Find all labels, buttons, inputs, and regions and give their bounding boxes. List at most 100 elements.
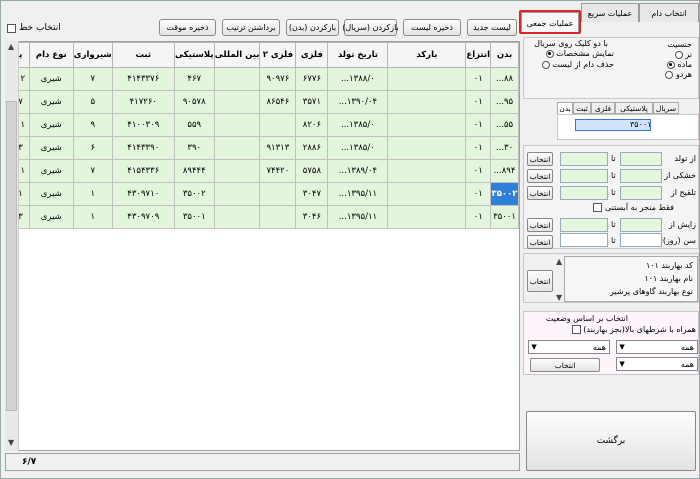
table-cell[interactable]: ۱۳۹۵/۱۱... [327,205,389,229]
table-cell[interactable] [213,182,261,206]
id-tab-reg[interactable]: ثبت [573,102,591,114]
table-cell[interactable]: ۵۷۵۸ [295,159,329,183]
calving-pick-button[interactable]: انتخاب [527,218,553,232]
table-cell[interactable]: ۹۵... [490,90,519,114]
column-header[interactable]: ثبت [111,42,175,68]
age-pick-button[interactable]: انتخاب [527,235,553,249]
status-checkbox[interactable] [571,325,581,334]
age-to-input[interactable] [560,233,608,247]
birth-from-input[interactable] [620,152,662,166]
table-cell[interactable]: ۸۸... [490,67,519,91]
table-row[interactable]: ۸۸... ۰۱ ۱۳۸۸/۰... ۶۷۷۶ ۹۰۹۷۶ ۴۶۷ ۴۱۴۳۳۷۶ ۷ شیری… [6,67,519,91]
table-cell[interactable]: ۳۵۰۰۲ [173,182,215,206]
table-cell[interactable] [387,159,467,183]
select-line-option[interactable]: انتخاب خط [7,23,61,33]
table-cell[interactable]: ۲۸۸۶ [295,136,329,160]
column-header[interactable]: پلاستیکی [173,42,215,68]
table-cell[interactable]: ۹۰۹۷۶ [259,67,297,91]
pregnant-only-checkbox[interactable] [593,203,603,212]
table-cell[interactable]: ۵۵۹ [173,113,215,137]
pregnant-only-option[interactable]: فقط منجر به آبستنی [593,203,674,212]
table-row[interactable]: ۹۵... ۰۱ ۱۳۹۰/۰۴... ۳۵۷۱ ۸۶۵۴۶ ۹۰۵۷۸ ۴۱۷۲۶۰ ۵ شی… [6,90,519,114]
id-tab-body[interactable]: بدن [557,102,573,114]
list-up-icon[interactable]: ▲ [556,257,562,266]
column-header[interactable]: فلزی [295,42,329,68]
column-header[interactable]: بین المللی [213,42,261,68]
calving-from-input[interactable] [620,218,662,232]
table-cell[interactable] [213,67,261,91]
table-cell[interactable] [259,182,297,206]
table-cell[interactable] [213,159,261,183]
table-cell[interactable]: ۶۷۷۶ [295,67,329,91]
table-cell[interactable]: ۷ [72,159,113,183]
table-cell[interactable]: ۳۵۰۰۱ [173,205,215,229]
table-cell[interactable] [387,182,467,206]
table-cell[interactable]: ۷۴۴۲۰ [259,159,297,183]
table-cell[interactable] [213,113,261,137]
insem-to-input[interactable] [560,186,608,200]
table-cell[interactable]: ۸۹۴... [490,159,519,183]
breeder-pick-button[interactable]: انتخاب [527,270,553,292]
dry-pick-button[interactable]: انتخاب [527,169,553,183]
column-header[interactable]: انتزاع [465,42,491,68]
scroll-up-icon[interactable]: ▲ [8,42,14,51]
table-cell[interactable]: ۱۳۸۵/۰... [327,113,389,137]
table-cell[interactable] [387,90,467,114]
birth-to-input[interactable] [560,152,608,166]
table-cell[interactable]: ۳۵۰۰۱ [490,205,519,229]
gender-both[interactable]: هردو [665,70,692,79]
table-cell[interactable]: ۴۱۰۰۳۰۹ [111,113,175,137]
table-cell[interactable]: ۸۹۴۴۴ [173,159,215,183]
table-cell[interactable]: ۳۹۰ [173,136,215,160]
table-cell[interactable]: ۴۳۰۹۷۰۹ [111,205,175,229]
table-cell[interactable]: شیری [28,205,74,229]
table-cell[interactable]: ۴۱۴۳۳۹۰ [111,136,175,160]
insem-pick-button[interactable]: انتخاب [527,186,553,200]
column-header[interactable]: شیرواری [72,42,113,68]
status-select-1[interactable]: همه ▼ [616,340,698,354]
table-cell[interactable] [259,205,297,229]
column-header[interactable]: فلزی ۲ [259,42,297,68]
select-line-checkbox[interactable] [7,23,16,33]
vertical-scrollbar[interactable]: ▲ ▼ [5,41,19,451]
birth-pick-button[interactable]: انتخاب [527,152,553,166]
table-cell[interactable]: ۴۱۴۳۳۷۶ [111,67,175,91]
gender-male[interactable]: نر [674,50,692,59]
table-cell[interactable]: ۳۵۷۱ [295,90,329,114]
table-row[interactable]: ۳۰... ۰۱ ۱۳۸۵/۰... ۲۸۸۶ ۹۱۳۱۳ ۳۹۰ ۴۱۴۳۳۹۰ ۶ شیری… [6,136,519,160]
table-cell[interactable]: شیری [28,182,74,206]
table-cell[interactable]: ۰۱ [465,159,491,183]
table-cell[interactable] [213,205,261,229]
table-cell[interactable]: ۴۶۷ [173,67,215,91]
breeder-listbox[interactable]: کد بهاربند ۱۰۱ نام بهاربند ۱۰۱ نوع بهارب… [564,256,698,302]
table-cell[interactable]: ۱۳۸۸/۰... [327,67,389,91]
table-cell[interactable]: ۳۰۴۶ [295,205,329,229]
back-button[interactable]: برگشت [526,411,696,471]
table-cell[interactable]: ۱ [72,205,113,229]
id-tab-serial[interactable]: سریال [653,102,679,114]
radio-show-info[interactable] [545,49,554,58]
table-cell[interactable]: ۱۳۸۹/۰۴... [327,159,389,183]
table-cell[interactable]: ۱۳۹۵/۱۱... [327,182,389,206]
id-tab-metal[interactable]: فلزی [591,102,615,114]
table-cell[interactable]: ۳۰... [490,136,519,160]
table-cell[interactable]: ۳۵۰۰۲ [490,182,519,206]
table-cell[interactable] [387,205,467,229]
table-cell[interactable]: ۱۳۸۵/۰... [327,136,389,160]
tab-quick-ops[interactable]: عملیات سریع [581,3,639,22]
table-cell[interactable]: ۷ [72,67,113,91]
save-list-button[interactable]: ذخیره لیست [403,19,461,36]
table-cell[interactable]: ۱۳۹۰/۰۴... [327,90,389,114]
table-cell[interactable] [259,113,297,137]
table-cell[interactable] [387,113,467,137]
open-body-button[interactable]: بازکردن (بدن) [286,19,339,36]
list-down-icon[interactable]: ▼ [556,293,562,302]
dblclick-show-info[interactable]: نمایش مشخصات [545,49,614,58]
table-cell[interactable]: ۴۱۵۴۳۳۶ [111,159,175,183]
open-serial-button[interactable]: بازکردن (سریال) [342,19,399,36]
table-cell[interactable]: ۹۱۳۱۳ [259,136,297,160]
table-cell[interactable]: ۰۱ [465,90,491,114]
table-cell[interactable]: ۰۱ [465,205,491,229]
table-cell[interactable]: شیری [28,159,74,183]
radio-male[interactable] [674,50,683,59]
